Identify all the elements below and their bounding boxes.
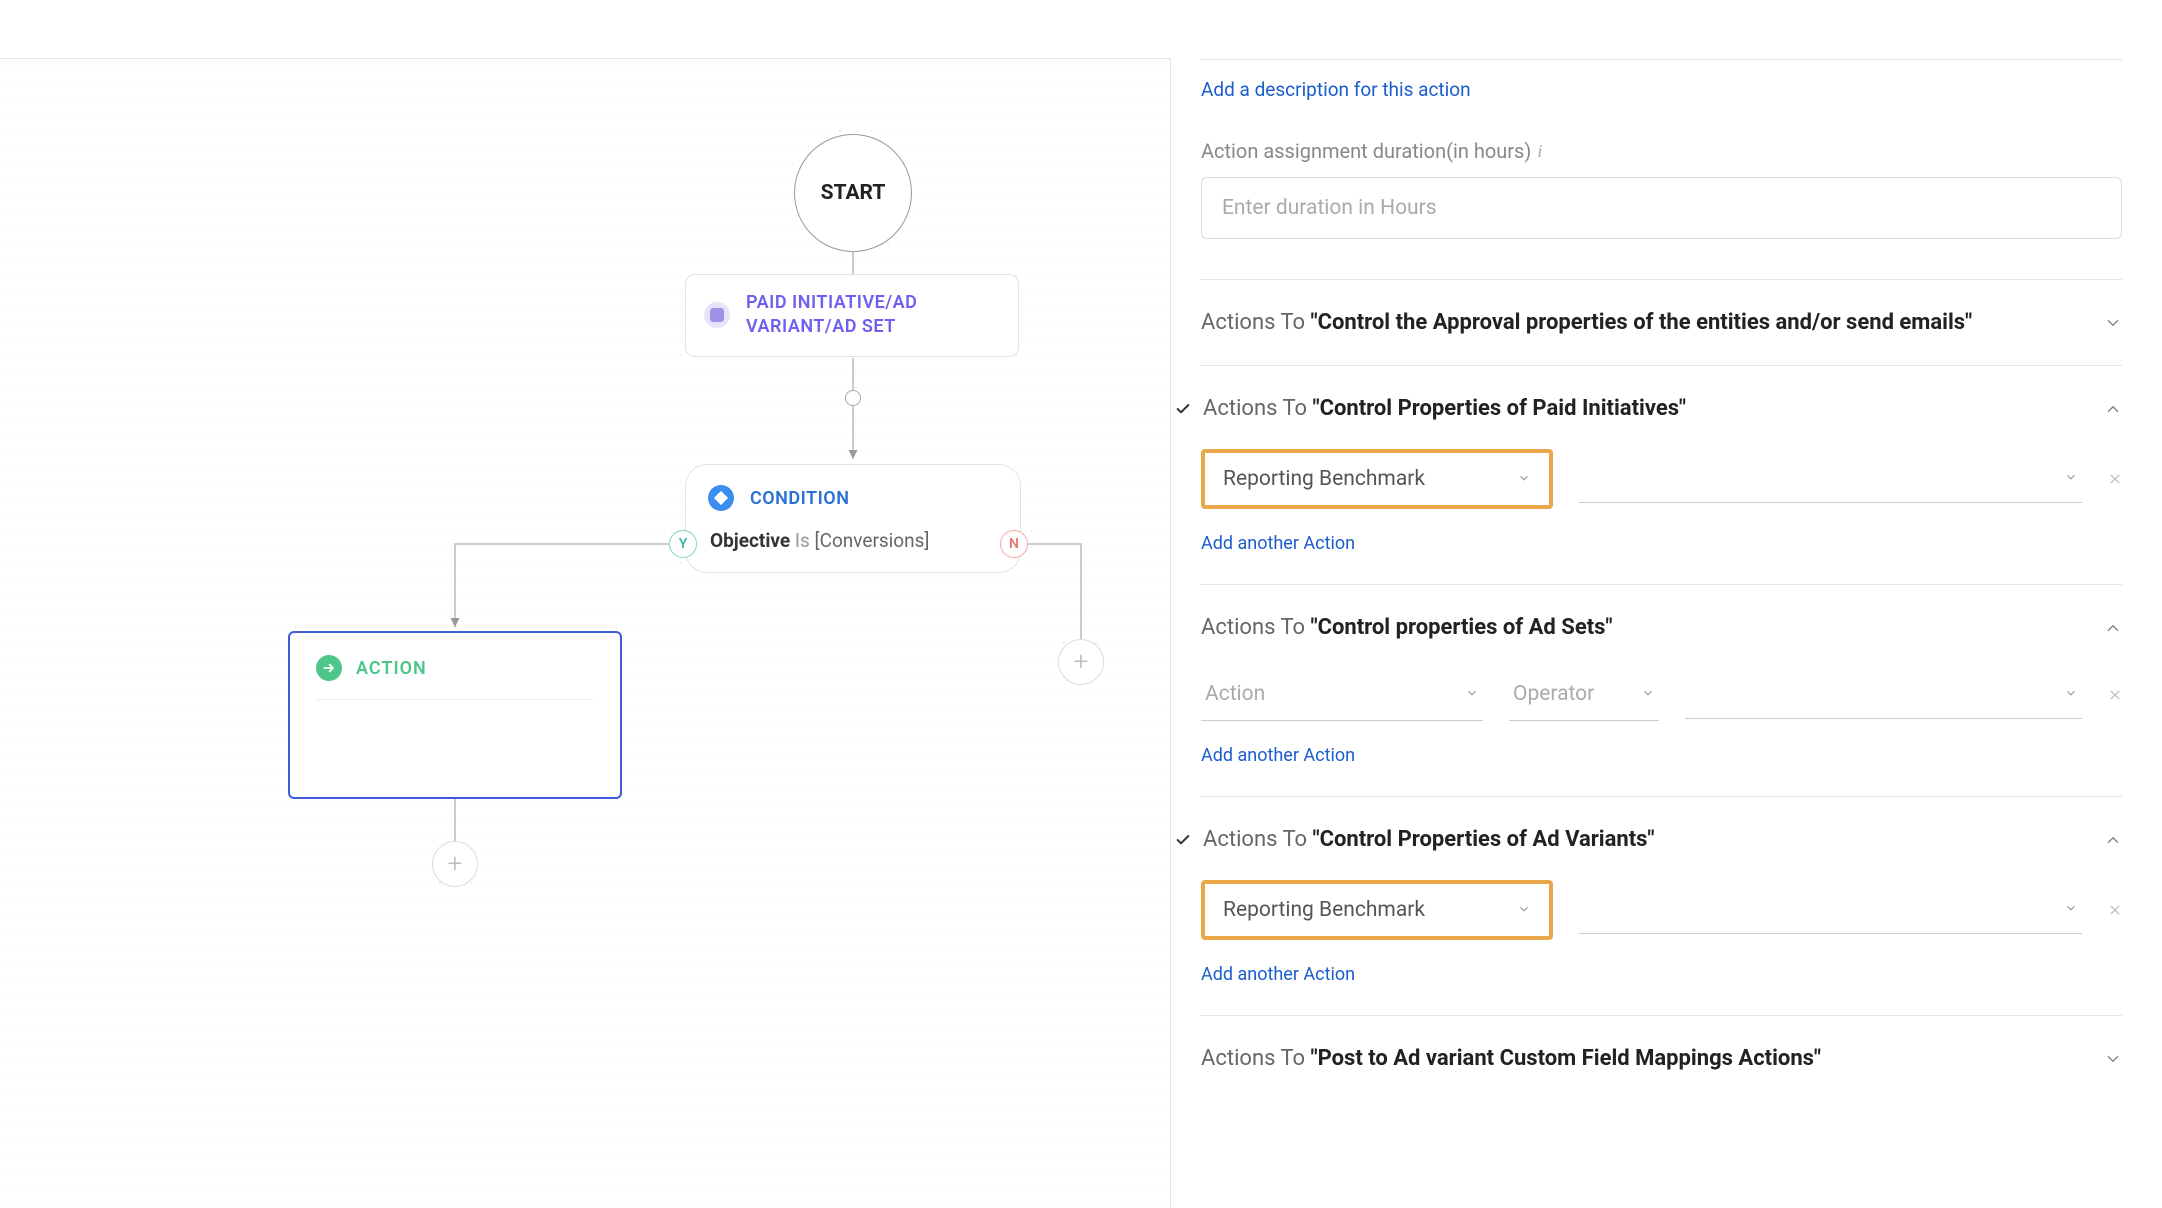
remove-row-button[interactable] [2108,688,2122,702]
duration-input[interactable] [1201,177,2122,239]
condition-node[interactable]: CONDITION Objective Is [Conversions] [685,464,1021,573]
add-another-action-link[interactable]: Add another Action [1201,533,1355,554]
edit-action-panel: Edit Action Add a description for this a… [1170,0,2162,1208]
connector-dot [845,390,861,406]
add-another-action-link[interactable]: Add another Action [1201,745,1355,766]
add-node-button[interactable]: + [1058,639,1104,685]
action-dropdown[interactable]: Reporting Benchmark [1201,449,1553,509]
value-dropdown[interactable] [1579,886,2082,934]
chevron-down-icon [2104,314,2122,332]
chevron-up-icon [2104,400,2122,418]
workflow-canvas[interactable]: START PAID INITIATIVE/AD VARIANT/AD SET … [0,58,1170,1208]
action-dropdown[interactable]: Reporting Benchmark [1201,880,1553,940]
top-bar [0,0,2162,58]
section-title: Actions To "Control Properties of Paid I… [1203,396,1686,421]
chevron-up-icon [2104,619,2122,637]
remove-row-button[interactable] [2108,472,2122,486]
chevron-down-icon [1465,685,1479,704]
action-row: Action Operator [1201,668,2122,721]
duration-section: Action assignment duration(in hours) i [1201,139,2122,239]
section-approval-header[interactable]: Actions To "Control the Approval propert… [1201,310,2122,335]
action-dropdown[interactable]: Action [1201,668,1483,721]
add-description-link[interactable]: Add a description for this action [1201,78,2122,101]
entity-label: PAID INITIATIVE/AD VARIANT/AD SET [746,291,1000,340]
section-post-header[interactable]: Actions To "Post to Ad variant Custom Fi… [1201,1046,2122,1071]
no-badge: N [1000,530,1028,558]
condition-label: CONDITION [750,488,849,509]
action-label: ACTION [356,658,427,679]
diamond-icon [708,485,734,511]
add-node-button[interactable]: + [432,841,478,887]
add-another-action-link[interactable]: Add another Action [1201,964,1355,985]
value-dropdown[interactable] [1685,671,2082,719]
section-title: Actions To "Control properties of Ad Set… [1201,615,1612,640]
action-node[interactable]: ACTION [288,631,622,799]
chevron-down-icon [1517,901,1531,920]
section-title: Actions To "Control Properties of Ad Var… [1203,827,1654,852]
action-row: Reporting Benchmark [1201,449,2122,509]
chevron-down-icon [1517,470,1531,489]
section-post: Actions To "Post to Ad variant Custom Fi… [1201,1016,2122,1101]
info-icon[interactable]: i [1537,141,1542,162]
section-paid-header[interactable]: Actions To "Control Properties of Paid I… [1201,396,2122,421]
condition-detail: Objective Is [Conversions] [708,529,998,552]
section-title: Actions To "Post to Ad variant Custom Fi… [1201,1046,1821,1071]
check-icon [1175,401,1195,417]
section-approval: Actions To "Control the Approval propert… [1201,280,2122,366]
panel-body: Add a description for this action Action… [1171,59,2162,1208]
chevron-down-icon [2064,469,2078,488]
chevron-down-icon [1641,685,1655,704]
remove-row-button[interactable] [2108,903,2122,917]
entity-icon [704,302,730,328]
section-paid-initiatives: Actions To "Control Properties of Paid I… [1201,366,2122,585]
action-row: Reporting Benchmark [1201,880,2122,940]
section-advariants-header[interactable]: Actions To "Control Properties of Ad Var… [1201,827,2122,852]
yes-badge: Y [669,530,697,558]
chevron-down-icon [2064,900,2078,919]
section-title: Actions To "Control the Approval propert… [1201,310,1972,335]
flow-container: START PAID INITIATIVE/AD VARIANT/AD SET … [0,59,1170,1208]
section-ad-sets: Actions To "Control properties of Ad Set… [1201,585,2122,797]
section-adsets-header[interactable]: Actions To "Control properties of Ad Set… [1201,615,2122,640]
entity-node[interactable]: PAID INITIATIVE/AD VARIANT/AD SET [685,274,1019,357]
arrow-right-circle-icon [316,655,342,681]
chevron-down-icon [2104,1050,2122,1068]
start-node[interactable]: START [794,134,912,252]
check-icon [1175,832,1195,848]
chevron-down-icon [2064,685,2078,704]
operator-dropdown[interactable]: Operator [1509,668,1659,721]
value-dropdown[interactable] [1579,455,2082,503]
duration-label: Action assignment duration(in hours) i [1201,139,2122,163]
chevron-up-icon [2104,831,2122,849]
section-ad-variants: Actions To "Control Properties of Ad Var… [1201,797,2122,1016]
start-label: START [821,181,886,205]
